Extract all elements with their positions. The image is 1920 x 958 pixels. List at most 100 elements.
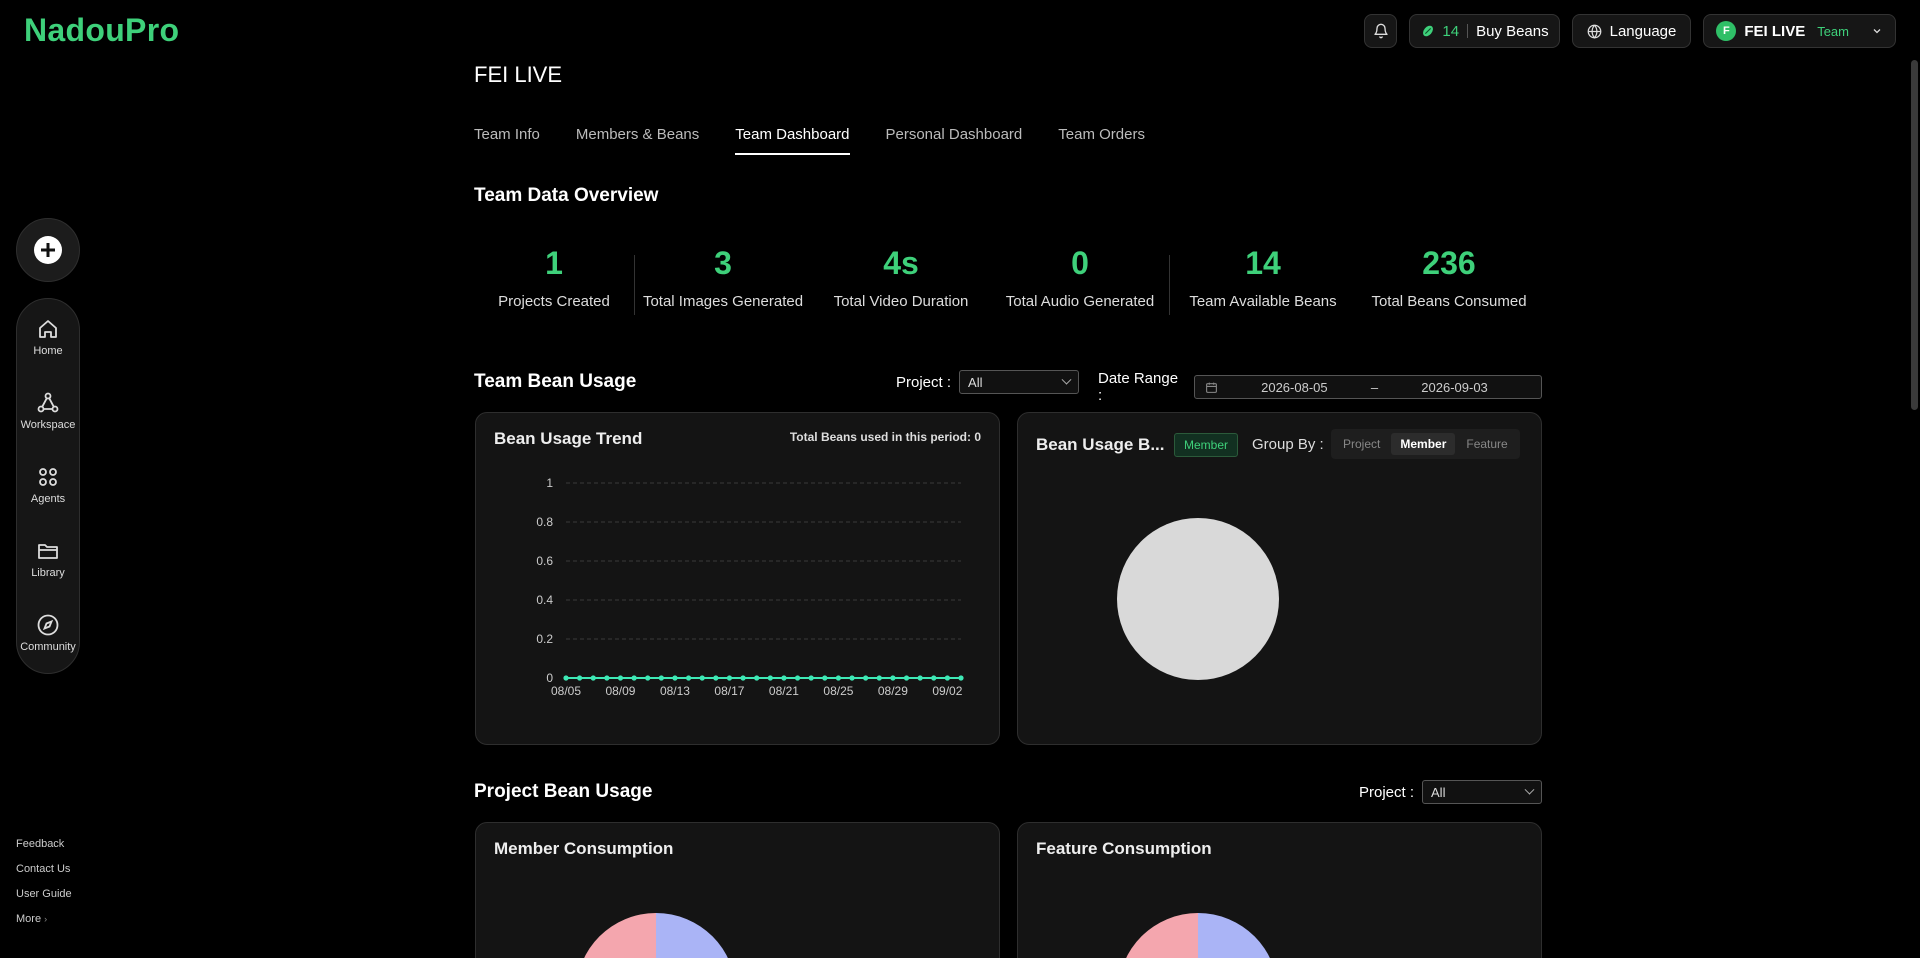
app-logo[interactable]: NadouPro [24,12,179,49]
date-start[interactable]: 2026-08-05 [1218,380,1371,395]
tab-personal-dashboard[interactable]: Personal Dashboard [886,126,1023,155]
y-tick-label: 0.6 [536,554,553,568]
stat-value: 4s [883,245,919,281]
data-point [726,675,733,681]
y-tick-label: 0.8 [536,515,553,529]
stat-value: 236 [1422,245,1476,281]
data-point [958,675,964,681]
project-filter-label: Project : [1359,783,1415,801]
more-label: More [16,913,42,925]
user-menu-button[interactable]: F FEI LIVE Team [1703,14,1896,48]
nav-item-library[interactable]: Library [16,539,80,595]
data-point [631,675,637,681]
nav-label: Home [33,345,63,357]
data-point [767,675,773,681]
more-link[interactable]: More › [16,913,72,925]
nav-item-home[interactable]: Home [16,317,80,373]
stat-value: 1 [545,245,563,281]
nav-label: Library [31,567,65,579]
stat-beans-consumed: 236 Total Beans Consumed [1356,245,1542,315]
data-point [808,675,814,681]
feedback-link[interactable]: Feedback [16,838,72,850]
date-range-picker[interactable]: 2026-08-05 – 2026-09-03 [1193,375,1542,399]
y-tick-label: 0.4 [536,593,553,607]
page-title: FEI LIVE [474,62,563,87]
tab-team-orders[interactable]: Team Orders [1058,126,1145,155]
y-tick-label: 0 [546,671,553,685]
data-point [944,675,950,681]
data-point [754,675,760,681]
data-point [917,675,923,681]
divider [1467,24,1469,38]
nav-item-agents[interactable]: Agents [16,465,80,521]
create-button[interactable] [16,218,80,282]
stat-available-beans: 14 Team Available Beans [1170,245,1356,315]
tab-members-beans[interactable]: Members & Beans [576,126,699,155]
feature-consumption-pie [1126,913,1270,958]
user-name: FEI LIVE [1744,22,1806,40]
data-point [685,675,692,681]
data-point [794,675,801,681]
notifications-button[interactable] [1364,14,1398,48]
x-tick-label: 08/05 [551,684,581,698]
plus-circle-icon [34,236,62,264]
stat-label: Total Beans Consumed [1371,293,1527,310]
project-select-value: All [968,374,983,390]
buy-beans-button[interactable]: 14 Buy Beans [1409,14,1560,48]
data-point [577,675,583,681]
tab-team-info[interactable]: Team Info [474,126,540,155]
stat-video-duration: 4s Total Video Duration [811,245,991,315]
pie-slice-b [1198,913,1270,958]
pie-slice-b [656,913,728,958]
project-usage-filter: Project : All [1359,780,1542,804]
data-point [617,675,624,681]
agents-icon [39,468,57,486]
date-separator: – [1370,379,1379,395]
pie-slice-a [584,913,656,958]
bean-usage-trend-chart: 0 0.2 0.4 0.6 0.8 1 08/05 08/09 08/13 08/17 08/21 0… [536,476,964,698]
chevron-down-icon [1524,784,1535,795]
y-tick-label: 0.2 [536,632,553,646]
team-tag: Team [1817,23,1849,39]
member-consumption-card: Member Consumption [475,822,1000,958]
stat-value: 14 [1245,245,1281,281]
data-point [672,675,678,681]
project-usage-select[interactable]: All [1422,780,1542,804]
nav-label: Workspace [20,419,76,431]
data-point [822,675,828,681]
stat-label: Total Audio Generated [1005,293,1155,310]
tab-bar: Team Info Members & Beans Team Dashboard… [474,126,1145,155]
nav-item-community[interactable]: Community [16,613,80,669]
project-select[interactable]: All [959,370,1080,394]
avatar: F [1716,21,1737,41]
footer-links: Feedback Contact Us User Guide More › [16,838,72,925]
workspace-icon [37,392,59,413]
stat-value: 3 [714,245,732,281]
bean-usage-trend-card: Bean Usage Trend Total Beans used in thi… [475,412,1000,745]
language-button[interactable]: Language [1571,14,1692,48]
user-guide-link[interactable]: User Guide [16,888,72,900]
calendar-icon [1205,382,1217,393]
project-bean-usage-title: Project Bean Usage [474,781,653,802]
stat-label: Team Available Beans [1189,293,1337,310]
x-tick-label: 09/02 [932,684,962,698]
chevron-down-icon [1061,374,1072,385]
stat-value: 0 [1071,245,1089,281]
scrollbar[interactable] [1911,60,1918,410]
buy-beans-label: Buy Beans [1476,22,1549,40]
x-tick-label: 08/17 [714,684,744,698]
date-end[interactable]: 2026-09-03 [1378,380,1531,395]
tab-team-dashboard[interactable]: Team Dashboard [735,126,850,155]
language-label: Language [1609,22,1677,40]
pie-empty-slice [1117,518,1279,680]
stat-label: Total Images Generated [642,293,804,310]
stat-images-generated: 3 Total Images Generated [635,245,811,315]
contact-us-link[interactable]: Contact Us [16,863,72,875]
data-point [658,675,664,681]
stat-label: Projects Created [498,293,610,310]
data-point [590,675,596,681]
bean-usage-breakdown-card: Bean Usage B... Member Group By : Projec… [1017,412,1542,745]
chevron-down-icon [1873,29,1881,34]
stat-label: Total Video Duration [833,293,969,310]
nav-item-workspace[interactable]: Workspace [16,391,80,447]
